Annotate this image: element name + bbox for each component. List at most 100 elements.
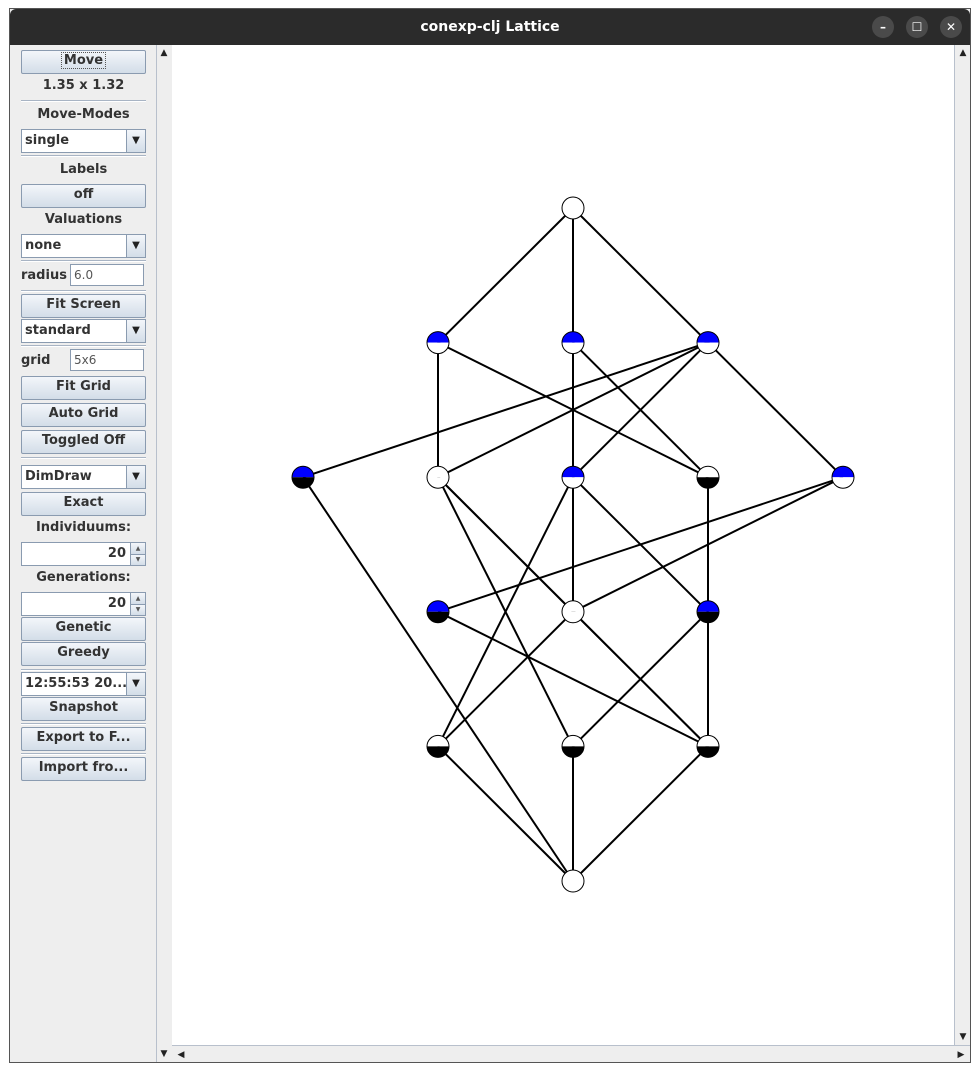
node-upper-half — [562, 600, 584, 612]
greedy-button[interactable]: Greedy — [21, 642, 146, 666]
generations-spinner[interactable]: 20 ▲ ▼ — [21, 592, 146, 616]
node-lower-half — [562, 477, 584, 489]
node-lower-half — [697, 746, 719, 758]
scroll-up-icon[interactable]: ▲ — [157, 47, 171, 59]
lattice-node[interactable] — [696, 331, 720, 355]
chevron-down-icon[interactable]: ▼ — [126, 673, 145, 695]
separator — [21, 723, 146, 725]
lattice-canvas[interactable] — [172, 45, 954, 1045]
scroll-up-icon[interactable]: ▲ — [956, 47, 970, 59]
node-lower-half — [292, 477, 314, 489]
individuums-value[interactable]: 20 — [22, 543, 130, 565]
lattice-node[interactable] — [561, 600, 585, 624]
scroll-right-icon[interactable]: ▶ — [954, 1049, 968, 1061]
lattice-edge — [437, 745, 574, 882]
scroll-left-icon[interactable]: ◀ — [174, 1049, 188, 1061]
lattice-edge — [302, 341, 709, 479]
individuums-spinner[interactable]: 20 ▲ ▼ — [21, 542, 146, 566]
lattice-node[interactable] — [426, 465, 450, 489]
snapshot-select[interactable]: 12:55:53 20... ▼ — [21, 672, 146, 696]
lattice-diagram[interactable] — [172, 45, 954, 1045]
node-lower-half — [697, 611, 719, 623]
node-lower-half — [427, 477, 449, 489]
chevron-down-icon[interactable]: ▼ — [126, 320, 145, 342]
spinner-up-icon[interactable]: ▲ — [131, 543, 145, 554]
lattice-node[interactable] — [426, 331, 450, 355]
node-lower-half — [427, 342, 449, 354]
node-lower-half — [562, 342, 584, 354]
toggled-off-button[interactable]: Toggled Off — [21, 430, 146, 454]
separator — [21, 753, 146, 755]
lattice-node[interactable] — [561, 196, 585, 220]
snapshot-button[interactable]: Snapshot — [21, 697, 146, 721]
valuation-select[interactable]: none ▼ — [21, 234, 146, 258]
exact-button[interactable]: Exact — [21, 492, 146, 516]
grid-input[interactable] — [70, 349, 144, 371]
node-lower-half — [697, 477, 719, 489]
node-upper-half — [562, 870, 584, 881]
lattice-node[interactable] — [561, 734, 585, 758]
move-button[interactable]: Move — [21, 50, 146, 74]
algorithm-value: DimDraw — [25, 469, 92, 484]
spinner-down-icon[interactable]: ▼ — [131, 553, 145, 565]
layout-select[interactable]: standard ▼ — [21, 319, 146, 343]
node-upper-half — [697, 735, 719, 747]
scroll-down-icon[interactable]: ▼ — [956, 1031, 970, 1043]
close-button[interactable]: ✕ — [940, 16, 962, 38]
chevron-down-icon[interactable]: ▼ — [126, 466, 145, 488]
fit-grid-button[interactable]: Fit Grid — [21, 376, 146, 400]
separator — [21, 669, 146, 671]
node-upper-half — [562, 197, 584, 208]
lattice-node[interactable] — [561, 331, 585, 355]
algorithm-select[interactable]: DimDraw ▼ — [21, 465, 146, 489]
canvas-vertical-scrollbar[interactable]: ▲ ▼ — [954, 45, 970, 1045]
separator — [21, 457, 146, 459]
genetic-button[interactable]: Genetic — [21, 617, 146, 641]
lattice-node[interactable] — [831, 465, 855, 489]
chevron-down-icon[interactable]: ▼ — [126, 130, 145, 152]
node-upper-half — [832, 466, 854, 478]
radius-input[interactable] — [70, 264, 144, 286]
node-upper-half — [427, 331, 449, 343]
node-lower-half — [562, 208, 584, 219]
generations-value[interactable]: 20 — [22, 593, 130, 615]
node-upper-half — [427, 600, 449, 612]
move-mode-select[interactable]: single ▼ — [21, 129, 146, 153]
minimize-button[interactable]: – — [872, 16, 894, 38]
labels-toggle-button[interactable]: off — [21, 184, 146, 208]
fit-screen-button[interactable]: Fit Screen — [21, 294, 146, 318]
node-upper-half — [562, 466, 584, 478]
window-title: conexp-clj Lattice — [420, 19, 560, 35]
auto-grid-button[interactable]: Auto Grid — [21, 403, 146, 427]
spinner-up-icon[interactable]: ▲ — [131, 593, 145, 604]
lattice-node[interactable] — [426, 734, 450, 758]
lattice-edge — [437, 476, 844, 613]
zoom-value: 1.35 x 1.32 — [42, 78, 125, 93]
export-button[interactable]: Export to F... — [21, 727, 146, 751]
lattice-node[interactable] — [696, 734, 720, 758]
node-lower-half — [562, 881, 584, 892]
lattice-node[interactable] — [291, 465, 315, 489]
lattice-edge — [437, 611, 574, 748]
separator — [21, 290, 146, 292]
lattice-node[interactable] — [426, 600, 450, 624]
canvas-horizontal-scrollbar[interactable]: ◀ ▶ — [172, 1045, 970, 1062]
import-button[interactable]: Import fro... — [21, 757, 146, 781]
layout-value: standard — [25, 323, 91, 338]
valuation-value: none — [25, 238, 62, 253]
node-lower-half — [562, 611, 584, 623]
spinner-down-icon[interactable]: ▼ — [131, 603, 145, 615]
node-upper-half — [697, 600, 719, 612]
node-upper-half — [427, 735, 449, 747]
lattice-node[interactable] — [696, 600, 720, 624]
scroll-down-icon[interactable]: ▼ — [157, 1048, 171, 1060]
radius-label: radius — [21, 267, 67, 283]
separator — [21, 155, 146, 157]
chevron-down-icon[interactable]: ▼ — [126, 235, 145, 257]
lattice-node[interactable] — [561, 465, 585, 489]
control-sidebar: Move 1.35 x 1.32 Move-Modes single ▼ Lab… — [10, 45, 156, 1062]
move-mode-value: single — [25, 133, 70, 148]
maximize-button[interactable]: ☐ — [906, 16, 928, 38]
lattice-node[interactable] — [561, 869, 585, 893]
lattice-node[interactable] — [696, 465, 720, 489]
